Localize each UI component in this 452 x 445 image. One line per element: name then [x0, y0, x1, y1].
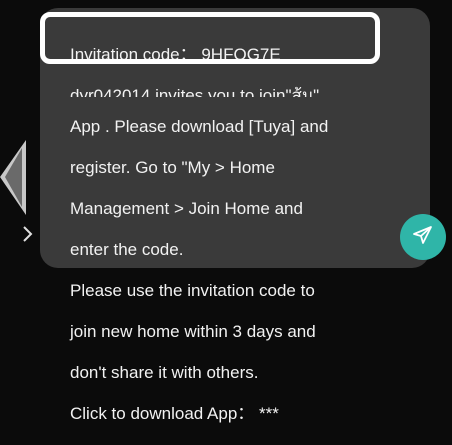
download-instruction-line: App . Please download [Tuya] and	[70, 117, 329, 136]
invitation-code-highlight	[40, 12, 380, 64]
send-icon	[411, 223, 435, 252]
use-code-line: Please use the invitation code to	[70, 281, 315, 300]
download-link-line[interactable]: Click to download App： ***	[70, 404, 370, 425]
send-button[interactable]	[400, 214, 446, 260]
within-days-line: join new home within 3 days and	[70, 322, 316, 341]
enter-code-line: enter the code.	[70, 240, 184, 259]
arrow-left-icon	[0, 140, 26, 215]
inviter-line: dyr042014 invites you to join"ส้ม"	[70, 85, 320, 97]
join-home-instruction-line: Management > Join Home and	[70, 199, 303, 218]
dont-share-line: don't share it with others.	[70, 363, 259, 382]
message-text: Invitation code： 9HFQG7E dyr042014 invit…	[70, 24, 370, 445]
register-instruction-line: register. Go to "My > Home	[70, 158, 275, 177]
chevron-right-icon[interactable]	[20, 222, 36, 246]
